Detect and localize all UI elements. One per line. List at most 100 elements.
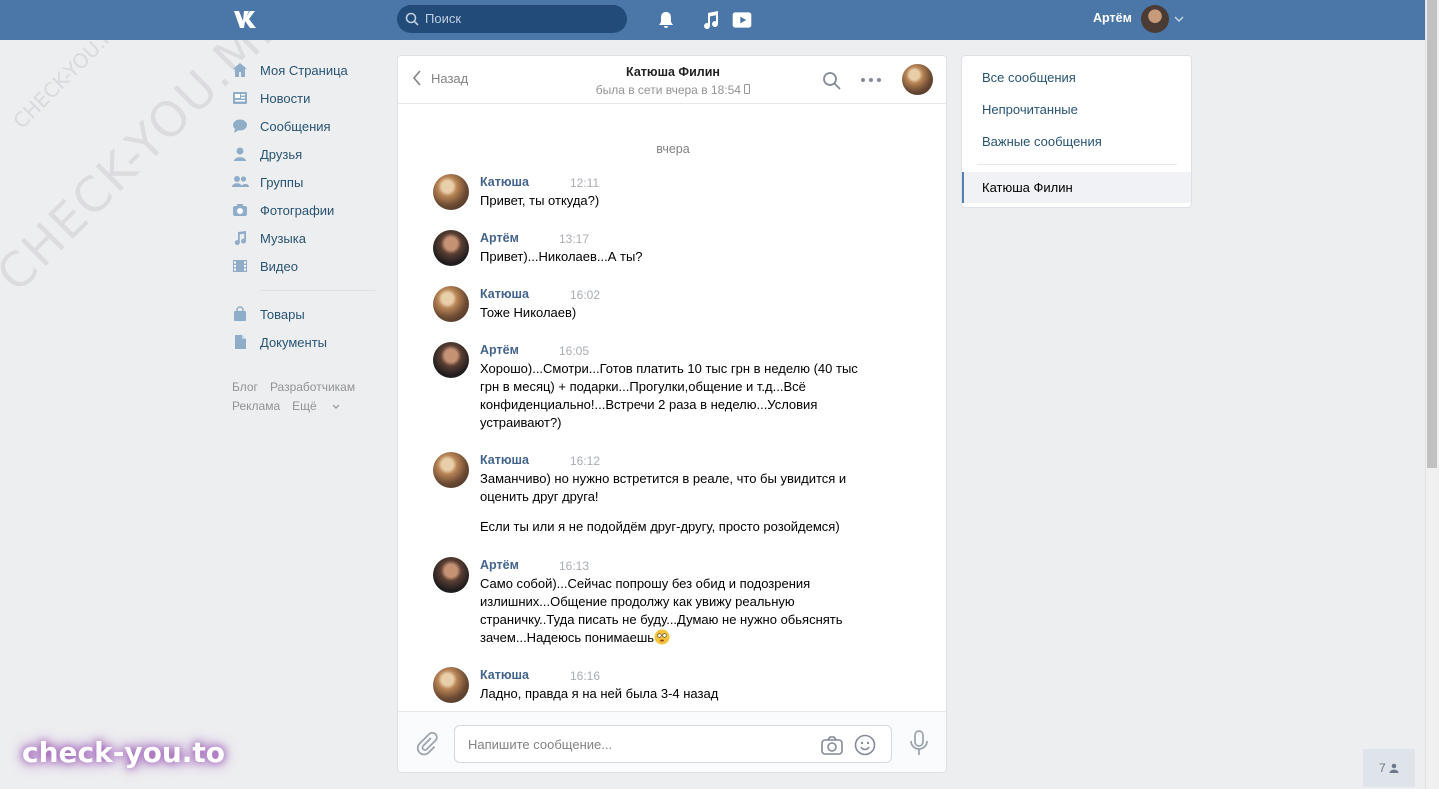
search-placeholder: Поиск [425, 11, 462, 26]
chat-status-text: была в сети вчера в 18:54 [595, 83, 741, 97]
chevron-down-icon [332, 404, 340, 409]
avatar[interactable] [433, 286, 469, 322]
avatar[interactable] [433, 667, 469, 703]
search-input[interactable]: Поиск [397, 5, 627, 33]
message-time: 16:12 [570, 454, 601, 468]
message-time: 13:17 [559, 232, 590, 246]
documents-icon [231, 333, 249, 351]
messages-icon [231, 117, 249, 135]
message-author[interactable]: Катюша [480, 175, 529, 189]
menu-item-video[interactable]: Видео [230, 252, 380, 280]
menu-item-friends[interactable]: Друзья [230, 140, 380, 168]
menu-item-news[interactable]: Новости [230, 84, 380, 112]
filter-all-messages[interactable]: Все сообщения [982, 70, 1076, 85]
music-icon[interactable] [700, 9, 722, 31]
filter-unread[interactable]: Непрочитанные [982, 102, 1078, 117]
active-dialog-item[interactable]: Катюша Филин [962, 172, 1191, 203]
avatar[interactable] [433, 452, 469, 488]
message-text: Тоже Николаев) [480, 305, 577, 320]
message-author[interactable]: Артём [480, 231, 519, 245]
menu-item-groups[interactable]: Группы [230, 168, 380, 196]
menu-item-label: Новости [260, 90, 311, 106]
message-text: Привет)...Николаев...А ты? [480, 249, 643, 264]
message-time: 16:16 [570, 669, 601, 683]
menu-item-label: Друзья [260, 146, 303, 162]
scrollbar-thumb[interactable] [1427, 0, 1437, 468]
date-separator: вчера [656, 142, 690, 156]
menu-item-market[interactable]: Товары [230, 300, 380, 328]
footer-link-developers[interactable]: Разработчикам [270, 380, 355, 394]
market-icon [231, 305, 249, 323]
bell-icon[interactable] [655, 9, 677, 31]
menu-item-label: Группы [260, 174, 304, 190]
user-avatar[interactable] [1141, 5, 1169, 33]
menu-item-label: Сообщения [260, 118, 331, 134]
photos-icon [231, 201, 249, 219]
avatar[interactable] [433, 230, 469, 266]
footer-link-more[interactable]: Ещё [292, 399, 340, 413]
message-text: Ладно, правда я на ней была 3-4 назад [480, 686, 719, 701]
menu-divider [260, 290, 375, 291]
menu-item-label: Документы [260, 334, 328, 350]
paperclip-icon[interactable] [416, 732, 438, 756]
menu-item-my-page[interactable]: Моя Страница [230, 56, 380, 84]
search-icon [405, 12, 419, 26]
message-time: 12:11 [570, 176, 600, 190]
more-icon[interactable] [860, 77, 882, 83]
menu-item-label: Фотографии [260, 202, 335, 218]
camera-icon[interactable] [821, 735, 843, 755]
message-text: Заманчиво) но нужно встретится в реале, … [480, 471, 847, 504]
menu-item-photos[interactable]: Фотографии [230, 196, 380, 224]
avatar[interactable] [433, 174, 469, 210]
composer: Напишите сообщение... [398, 711, 946, 772]
microphone-icon[interactable] [909, 730, 929, 756]
emoji-icon [654, 629, 670, 645]
friends-icon [231, 145, 249, 163]
user-name[interactable]: Артём [1093, 11, 1132, 25]
menu-item-label: Товары [260, 306, 305, 322]
avatar[interactable] [433, 557, 469, 593]
message-author[interactable]: Катюша [480, 287, 529, 301]
avatar[interactable] [433, 342, 469, 378]
smile-icon[interactable] [854, 734, 876, 756]
groups-icon [231, 173, 249, 191]
message-author[interactable]: Катюша [480, 453, 529, 467]
left-menu: Моя Страница Новости Сообщения Друзья Гр… [230, 56, 380, 356]
footer-link-ads[interactable]: Реклама [232, 399, 280, 413]
chat-header: Назад Катюша Филин была в сети вчера в 1… [398, 56, 946, 104]
vk-logo-icon[interactable] [232, 8, 266, 30]
message-text: Если ты или я не подойдём друг-другу, пр… [480, 519, 840, 534]
filter-important[interactable]: Важные сообщения [982, 134, 1102, 149]
menu-item-label: Моя Страница [260, 62, 348, 78]
menu-item-label: Видео [260, 258, 298, 274]
dialog-avatar[interactable] [902, 64, 933, 95]
menu-item-music[interactable]: Музыка [230, 224, 380, 252]
online-counter[interactable]: 7 [1363, 749, 1415, 787]
search-icon[interactable] [822, 71, 842, 91]
menu-item-documents[interactable]: Документы [230, 328, 380, 356]
home-icon [231, 61, 249, 79]
active-dialog-label: Катюша Филин [982, 180, 1073, 195]
mobile-icon [744, 84, 751, 94]
message-input[interactable]: Напишите сообщение... [454, 725, 892, 763]
message-time: 16:02 [570, 288, 601, 302]
chat-panel: Назад Катюша Филин была в сети вчера в 1… [397, 55, 947, 773]
message-text: Само собой)...Сейчас попрошу без обид и … [480, 575, 870, 647]
counter-value: 7 [1378, 761, 1386, 775]
message-input-placeholder: Напишите сообщение... [468, 737, 613, 752]
message-text: Привет, ты откуда?) [480, 193, 600, 208]
play-icon[interactable] [731, 9, 753, 31]
message-text: Хорошо)...Смотри...Готов платить 10 тыс … [480, 361, 858, 430]
video-icon [231, 257, 249, 275]
message-time: 16:05 [559, 344, 590, 358]
message-author[interactable]: Артём [480, 558, 519, 572]
message-time: 16:13 [559, 559, 590, 573]
messages-filter-menu: Все сообщения Непрочитанные Важные сообщ… [961, 55, 1192, 208]
menu-item-messages[interactable]: Сообщения [230, 112, 380, 140]
message-author[interactable]: Артём [480, 343, 519, 357]
menu-item-label: Музыка [260, 230, 306, 246]
music-icon [231, 229, 249, 247]
footer-link-blog[interactable]: Блог [232, 380, 258, 394]
chevron-down-icon[interactable] [1174, 15, 1184, 23]
message-author[interactable]: Катюша [480, 668, 529, 682]
